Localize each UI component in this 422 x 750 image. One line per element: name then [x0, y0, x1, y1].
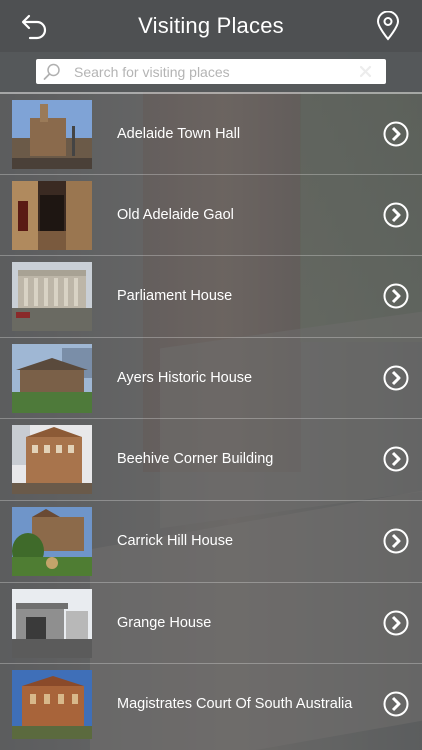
search-bar	[0, 52, 422, 92]
chevron-right-circle-icon[interactable]	[383, 691, 409, 717]
list-item[interactable]: Carrick Hill House	[0, 499, 422, 582]
list-item[interactable]: Ayers Historic House	[0, 336, 422, 419]
list-item[interactable]: Adelaide Town Hall	[0, 92, 422, 174]
place-thumbnail	[12, 343, 92, 413]
place-name: Ayers Historic House	[117, 369, 253, 386]
list-item[interactable]: Magistrates Court Of South Australia	[0, 663, 422, 745]
chevron-right-circle-icon[interactable]	[383, 610, 409, 636]
place-thumbnail	[12, 506, 92, 576]
back-arrow-icon[interactable]	[20, 12, 50, 40]
place-thumbnail	[12, 588, 92, 658]
chevron-right-circle-icon[interactable]	[383, 283, 409, 309]
chevron-right-circle-icon[interactable]	[383, 202, 409, 228]
list-item[interactable]: Old Adelaide Gaol	[0, 173, 422, 256]
search-input[interactable]	[74, 61, 354, 82]
chevron-right-circle-icon[interactable]	[383, 446, 409, 472]
place-thumbnail	[12, 262, 92, 332]
places-list: Adelaide Town Hall Old Adelaide Gaol Par…	[0, 92, 422, 745]
page-title: Visiting Places	[138, 13, 284, 38]
list-item[interactable]: Grange House	[0, 581, 422, 664]
list-item[interactable]: Parliament House	[0, 255, 422, 337]
place-name: Magistrates Court Of South Australia	[117, 696, 353, 713]
place-thumbnail	[12, 180, 92, 250]
place-name: Carrick Hill House	[117, 532, 234, 549]
chevron-right-circle-icon[interactable]	[383, 528, 409, 554]
chevron-right-circle-icon[interactable]	[383, 121, 409, 147]
search-icon	[42, 62, 62, 82]
place-name: Beehive Corner Building	[117, 451, 274, 468]
place-thumbnail	[12, 670, 92, 740]
place-thumbnail	[12, 100, 92, 169]
list-item[interactable]: Beehive Corner Building	[0, 418, 422, 500]
place-name: Adelaide Town Hall	[117, 126, 241, 142]
place-name: Grange House	[117, 614, 212, 631]
place-name: Parliament House	[117, 288, 233, 305]
clear-icon[interactable]	[359, 65, 372, 78]
nav-header: Visiting Places	[0, 0, 422, 52]
chevron-right-circle-icon[interactable]	[383, 365, 409, 391]
place-name: Old Adelaide Gaol	[117, 206, 234, 223]
search-field[interactable]	[36, 59, 386, 84]
place-thumbnail	[12, 425, 92, 495]
map-pin-icon[interactable]	[376, 10, 400, 41]
